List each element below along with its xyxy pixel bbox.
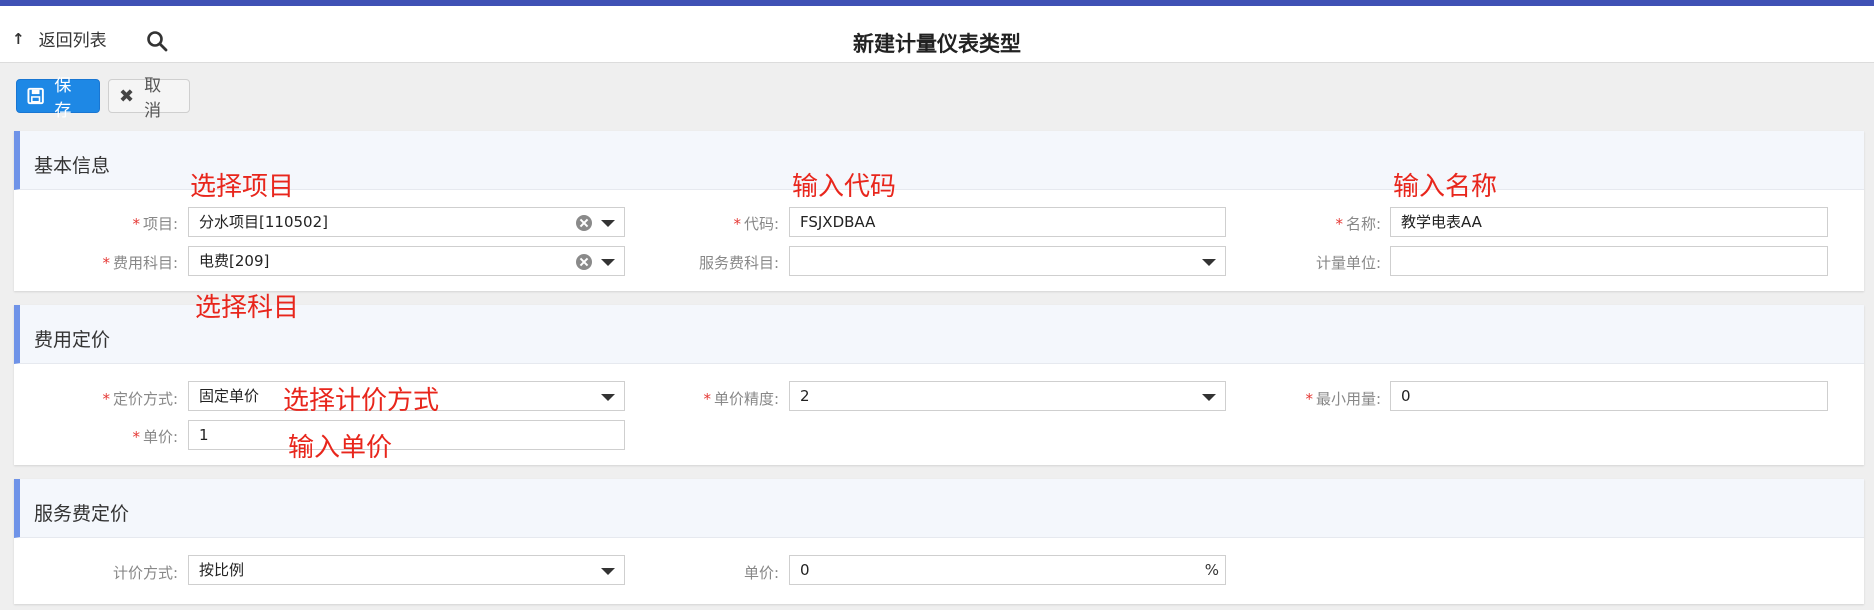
chevron-down-icon[interactable]: [601, 259, 615, 266]
pricing-method-label: * 定价方式:: [102, 390, 178, 408]
price-precision-label: * 单价精度:: [703, 390, 779, 408]
unit-price-label: * 单价:: [132, 428, 178, 446]
pricing-title: 费用定价: [34, 329, 111, 351]
subject-label: * 费用科目:: [102, 254, 178, 272]
min-usage-input[interactable]: 0: [1390, 381, 1828, 411]
page-header: ↑ 返回列表 新建计量仪表类型: [0, 6, 1874, 63]
close-icon: ✖: [119, 85, 135, 107]
annotation-input-name: 输入名称: [1393, 172, 1498, 202]
chevron-down-icon[interactable]: [1202, 259, 1216, 266]
cancel-button[interactable]: ✖ 取消: [108, 76, 190, 121]
project-select[interactable]: 分水项目[110502]: [188, 207, 625, 237]
service-subject-label: 服务费科目:: [698, 254, 779, 272]
annotation-select-project: 选择项目: [190, 172, 295, 202]
unit-price-input[interactable]: 1: [188, 420, 625, 450]
code-label: * 代码:: [733, 215, 779, 233]
min-usage-label: * 最小用量:: [1305, 390, 1381, 408]
annotation-input-price: 输入单价: [288, 433, 393, 463]
percent-suffix: %: [1204, 561, 1219, 579]
service-price-label: 单价:: [743, 564, 779, 582]
cancel-label: 取消: [144, 76, 162, 121]
service-pricing-header: 服务费定价: [14, 479, 1864, 538]
chevron-down-icon[interactable]: [601, 394, 615, 401]
annotation-input-code: 输入代码: [792, 172, 897, 202]
service-price-input[interactable]: 0 %: [789, 555, 1226, 585]
service-method-select[interactable]: 按比例: [188, 555, 625, 585]
subject-select[interactable]: 电费[209]: [188, 246, 625, 276]
service-method-label: 计价方式:: [112, 564, 178, 582]
service-pricing-title: 服务费定价: [34, 503, 130, 525]
unit-input[interactable]: [1390, 246, 1828, 276]
clear-icon[interactable]: [576, 254, 592, 270]
save-icon: [27, 87, 44, 105]
service-pricing-panel: 服务费定价: [14, 479, 1864, 604]
name-label: * 名称:: [1335, 215, 1381, 233]
chevron-down-icon[interactable]: [601, 220, 615, 227]
chevron-down-icon[interactable]: [1202, 394, 1216, 401]
chevron-down-icon[interactable]: [601, 568, 615, 575]
code-input[interactable]: FSJXDBAA: [789, 207, 1226, 237]
save-button[interactable]: 保存: [16, 76, 100, 121]
clear-icon[interactable]: [576, 215, 592, 231]
name-input[interactable]: 教学电表AA: [1390, 207, 1828, 237]
save-label: 保存: [54, 76, 72, 121]
annotation-select-subject: 选择科目: [195, 293, 300, 323]
service-subject-select[interactable]: [789, 246, 1226, 276]
annotation-select-method: 选择计价方式: [283, 386, 440, 416]
page-title: 新建计量仪表类型: [853, 32, 1021, 56]
unit-label: 计量单位:: [1315, 254, 1381, 272]
basic-info-title: 基本信息: [34, 155, 111, 177]
project-label: * 项目:: [132, 215, 178, 233]
price-precision-select[interactable]: 2: [789, 381, 1226, 411]
